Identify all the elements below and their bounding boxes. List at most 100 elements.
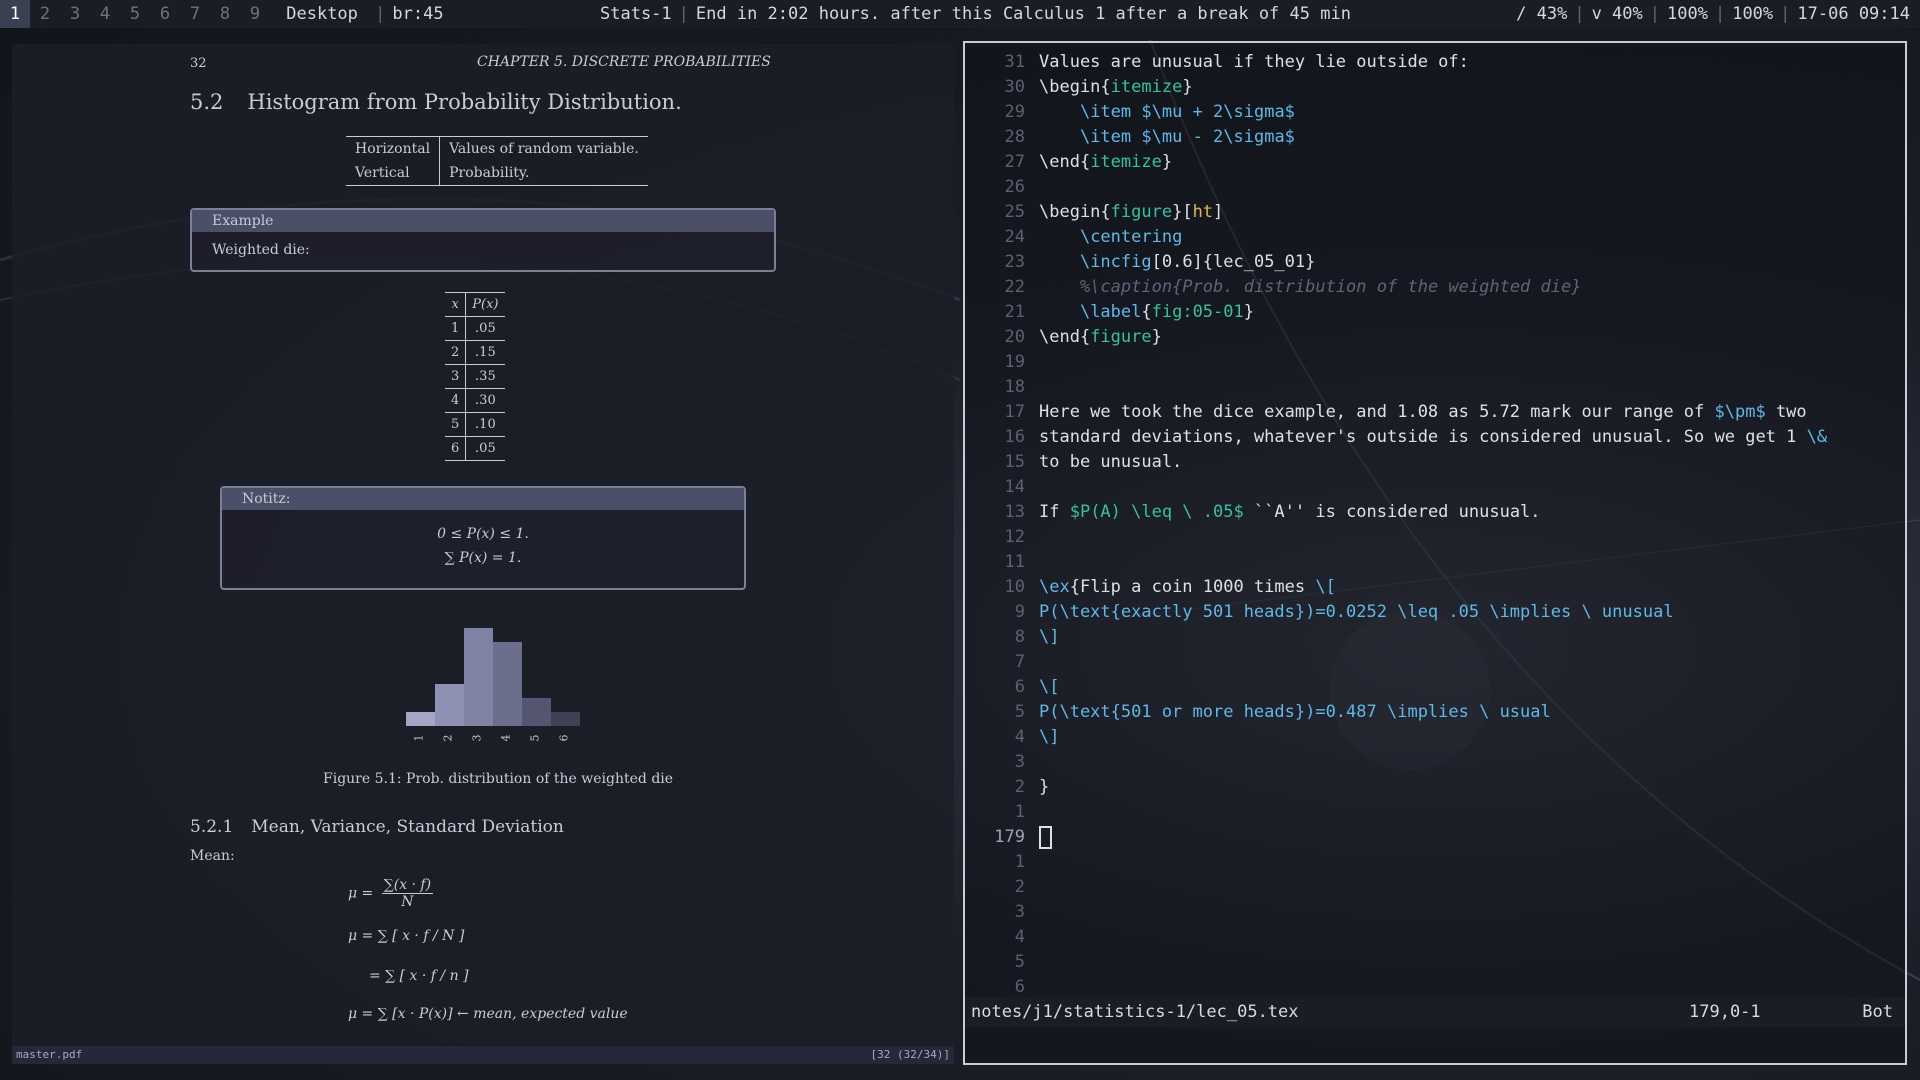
- workspace-3[interactable]: 3: [60, 0, 90, 28]
- editor-line[interactable]: 3: [965, 750, 1905, 775]
- separator: |: [1574, 4, 1585, 24]
- editor-buffer[interactable]: 31 Values are unusual if they lie outside…: [965, 50, 1905, 1000]
- line-number: 9: [1014, 602, 1025, 622]
- line-number: 2: [1014, 777, 1025, 797]
- editor-line[interactable]: 10 \ex{Flip a coin 1000 times \[: [965, 575, 1905, 600]
- table-cell: 6: [445, 436, 467, 461]
- editor-line[interactable]: 22 %\caption{Prob. distribution of the w…: [965, 275, 1905, 300]
- table-header-x: x: [445, 292, 467, 317]
- editor-line[interactable]: 29 \item $\mu + 2\sigma$: [965, 100, 1905, 125]
- workspace-1[interactable]: 1: [0, 0, 30, 28]
- editor-line[interactable]: 11: [965, 550, 1905, 575]
- table-row: Horizontal Values of random variable.: [346, 136, 648, 161]
- workspace-7[interactable]: 7: [180, 0, 210, 28]
- workspace-5[interactable]: 5: [120, 0, 150, 28]
- editor-line[interactable]: 1: [965, 850, 1905, 875]
- line-number: 28: [1004, 127, 1025, 147]
- line-number: 27: [1004, 152, 1025, 172]
- editor-line[interactable]: 17 Here we took the dice example, and 1.0…: [965, 400, 1905, 425]
- editor-line[interactable]: 26: [965, 175, 1905, 200]
- line-number: 5: [1014, 952, 1025, 972]
- section-number: 5.2: [190, 90, 224, 114]
- editor-line[interactable]: 8 \]: [965, 625, 1905, 650]
- workspace-2[interactable]: 2: [30, 0, 60, 28]
- editor-line[interactable]: 2: [965, 875, 1905, 900]
- line-text: [1039, 825, 1052, 849]
- note-equation-1: 0 ≤ P(x) ≤ 1.: [437, 526, 529, 542]
- table-row: 4.30: [445, 388, 505, 413]
- editor-line[interactable]: 24 \centering: [965, 225, 1905, 250]
- disk-usage: / 43%: [1516, 4, 1568, 24]
- editor-line[interactable]: 23 \incfig[0.6]{lec_05_01}: [965, 250, 1905, 275]
- histogram-tick-label: 3: [471, 735, 484, 742]
- editor-line[interactable]: 179: [965, 825, 1905, 850]
- formula-denominator: N: [401, 894, 414, 910]
- editor-line[interactable]: 1: [965, 800, 1905, 825]
- formula-numerator: ∑(x · f): [381, 877, 434, 894]
- example-body: Weighted die:: [212, 242, 310, 258]
- editor-line[interactable]: 25 \begin{figure}[ht]: [965, 200, 1905, 225]
- histogram-tick-label: 4: [500, 735, 513, 742]
- pdf-page[interactable]: 32 CHAPTER 5. DISCRETE PROBABILITIES 5.2…: [12, 44, 954, 1046]
- histogram-bar: [551, 712, 580, 726]
- editor-line[interactable]: 13 If $P(A) \leq \ .05$ ``A'' is consider…: [965, 500, 1905, 525]
- editor-line[interactable]: 20 \end{figure}: [965, 325, 1905, 350]
- editor-line[interactable]: 27 \end{itemize}: [965, 150, 1905, 175]
- line-number: 15: [1004, 452, 1025, 472]
- line-number: 17: [1004, 402, 1025, 422]
- example-box: Example Weighted die:: [190, 208, 776, 272]
- editor-line[interactable]: 4 \]: [965, 725, 1905, 750]
- table-cell: .10: [465, 412, 505, 437]
- editor-line[interactable]: 3: [965, 900, 1905, 925]
- histogram-bar: [464, 628, 493, 726]
- workspace-4[interactable]: 4: [90, 0, 120, 28]
- separator: |: [375, 4, 386, 24]
- table-cell: Vertical: [346, 161, 441, 186]
- workspace-8[interactable]: 8: [210, 0, 240, 28]
- line-text: to be unusual.: [1039, 452, 1183, 472]
- editor-line[interactable]: 21 \label{fig:05-01}: [965, 300, 1905, 325]
- line-number: 3: [1014, 902, 1025, 922]
- line-number: 179: [994, 827, 1025, 847]
- workspace-6[interactable]: 6: [150, 0, 180, 28]
- editor-line[interactable]: 5: [965, 950, 1905, 975]
- editor-line[interactable]: 30 \begin{itemize}: [965, 75, 1905, 100]
- editor-line[interactable]: 4: [965, 925, 1905, 950]
- line-number: 8: [1014, 627, 1025, 647]
- pdf-viewer[interactable]: 32 CHAPTER 5. DISCRETE PROBABILITIES 5.2…: [12, 44, 954, 1064]
- table-header-row: x P(x): [445, 292, 505, 317]
- brightness-level: 100%: [1667, 4, 1708, 24]
- line-number: 20: [1004, 327, 1025, 347]
- volume-level[interactable]: v 40%: [1592, 0, 1643, 28]
- editor-line[interactable]: 14: [965, 475, 1905, 500]
- editor-line[interactable]: 16 standard deviations, whatever's outsid…: [965, 425, 1905, 450]
- workspace-9[interactable]: 9: [240, 0, 270, 28]
- editor-line[interactable]: 12: [965, 525, 1905, 550]
- formula-lhs: μ =: [348, 885, 374, 902]
- editor-line[interactable]: 18: [965, 375, 1905, 400]
- line-number: 25: [1004, 202, 1025, 222]
- histogram-tick-label: 2: [442, 735, 455, 742]
- line-text: Here we took the dice example, and 1.08 …: [1039, 402, 1807, 422]
- line-number: 4: [1014, 727, 1025, 747]
- layout-name[interactable]: Desktop: [286, 0, 358, 28]
- editor-line[interactable]: 9 P(\text{exactly 501 heads})=0.0252 \leq…: [965, 600, 1905, 625]
- line-number: 6: [1014, 677, 1025, 697]
- scroll-indicator: Bot: [1862, 1002, 1893, 1022]
- mean-formula-1: μ = ∑(x · f) N: [348, 877, 434, 910]
- vim-editor[interactable]: 31 Values are unusual if they lie outside…: [963, 41, 1907, 1065]
- editor-line[interactable]: 19: [965, 350, 1905, 375]
- histogram-bar: [435, 684, 464, 726]
- table-header-px: P(x): [465, 292, 505, 317]
- line-text: \incfig[0.6]{lec_05_01}: [1079, 252, 1316, 272]
- editor-line[interactable]: 7: [965, 650, 1905, 675]
- editor-line[interactable]: 6 \[: [965, 675, 1905, 700]
- editor-line[interactable]: 31 Values are unusual if they lie outside…: [965, 50, 1905, 75]
- table-row: Vertical Probability.: [346, 161, 648, 186]
- editor-line[interactable]: 28 \item $\mu - 2\sigma$: [965, 125, 1905, 150]
- editor-line[interactable]: 5 P(\text{501 or more heads})=0.487 \impl…: [965, 700, 1905, 725]
- editor-line[interactable]: 2}: [965, 775, 1905, 800]
- editor-line[interactable]: 15 to be unusual.: [965, 450, 1905, 475]
- line-number: 1: [1014, 852, 1025, 872]
- line-text: \begin{itemize}: [1039, 77, 1193, 97]
